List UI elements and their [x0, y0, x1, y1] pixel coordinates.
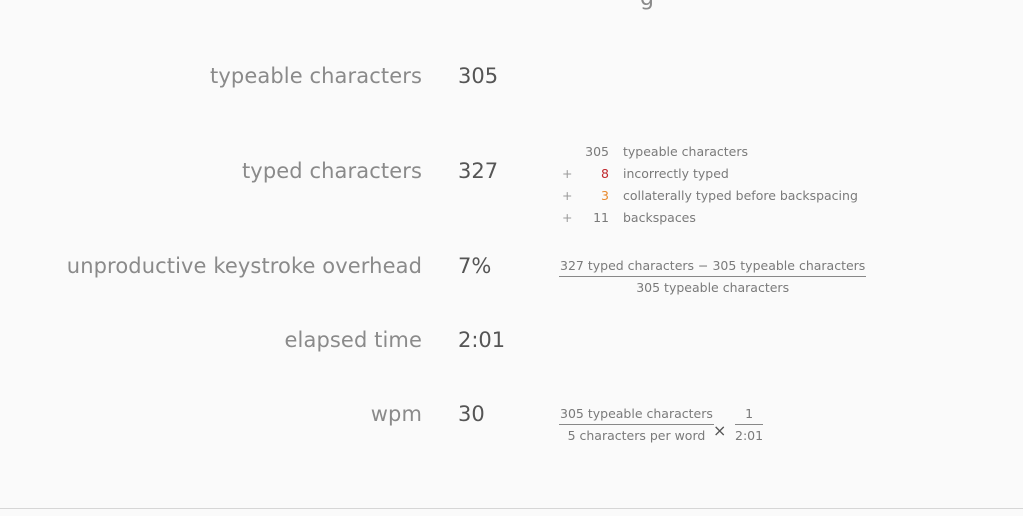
- overhead-formula-denominator: 305 typeable characters: [636, 280, 790, 295]
- wpm-formula-right-fraction: 1 2:01: [735, 406, 764, 443]
- multiply-operator: ×: [713, 421, 727, 440]
- breakdown-description: typeable characters: [623, 144, 749, 159]
- stat-label-wpm: wpm: [370, 402, 422, 426]
- breakdown-description: collaterally typed before backspacing: [623, 188, 858, 203]
- breakdown-number: 3: [601, 188, 609, 203]
- stat-value-elapsed-time: 2:01: [458, 328, 506, 352]
- stat-label-keystroke-overhead: unproductive keystroke overhead: [66, 254, 422, 278]
- stat-value-typed-characters: 327: [458, 159, 499, 183]
- stat-label-elapsed-time: elapsed time: [284, 328, 422, 352]
- overhead-formula: 327 typed characters − 305 typeable char…: [559, 258, 867, 295]
- wpm-formula-left-numerator: 305 typeable characters: [559, 406, 714, 425]
- stat-value-keystroke-overhead: 7%: [458, 254, 492, 278]
- wpm-formula-left-fraction: 305 typeable characters 5 characters per…: [559, 406, 714, 443]
- wpm-formula-right-numerator: 1: [735, 406, 764, 425]
- stat-label-typed-characters: typed characters: [241, 159, 422, 183]
- stat-label-typeable-characters: typeable characters: [210, 64, 422, 88]
- breakdown-number: 8: [601, 166, 609, 181]
- stat-value-wpm: 30: [458, 402, 485, 426]
- wpm-formula-left-denominator: 5 characters per word: [567, 428, 706, 443]
- breakdown-number: 305: [585, 144, 609, 159]
- top-text-fragment: g: [640, 0, 654, 11]
- wpm-formula-right-denominator: 2:01: [735, 428, 764, 443]
- breakdown-number: 11: [593, 210, 609, 225]
- overhead-formula-numerator: 327 typed characters − 305 typeable char…: [559, 258, 867, 277]
- stat-value-typeable-characters: 305: [458, 64, 499, 88]
- breakdown-description: incorrectly typed: [623, 166, 729, 181]
- breakdown-description: backspaces: [623, 210, 696, 225]
- bottom-divider: [0, 508, 1023, 509]
